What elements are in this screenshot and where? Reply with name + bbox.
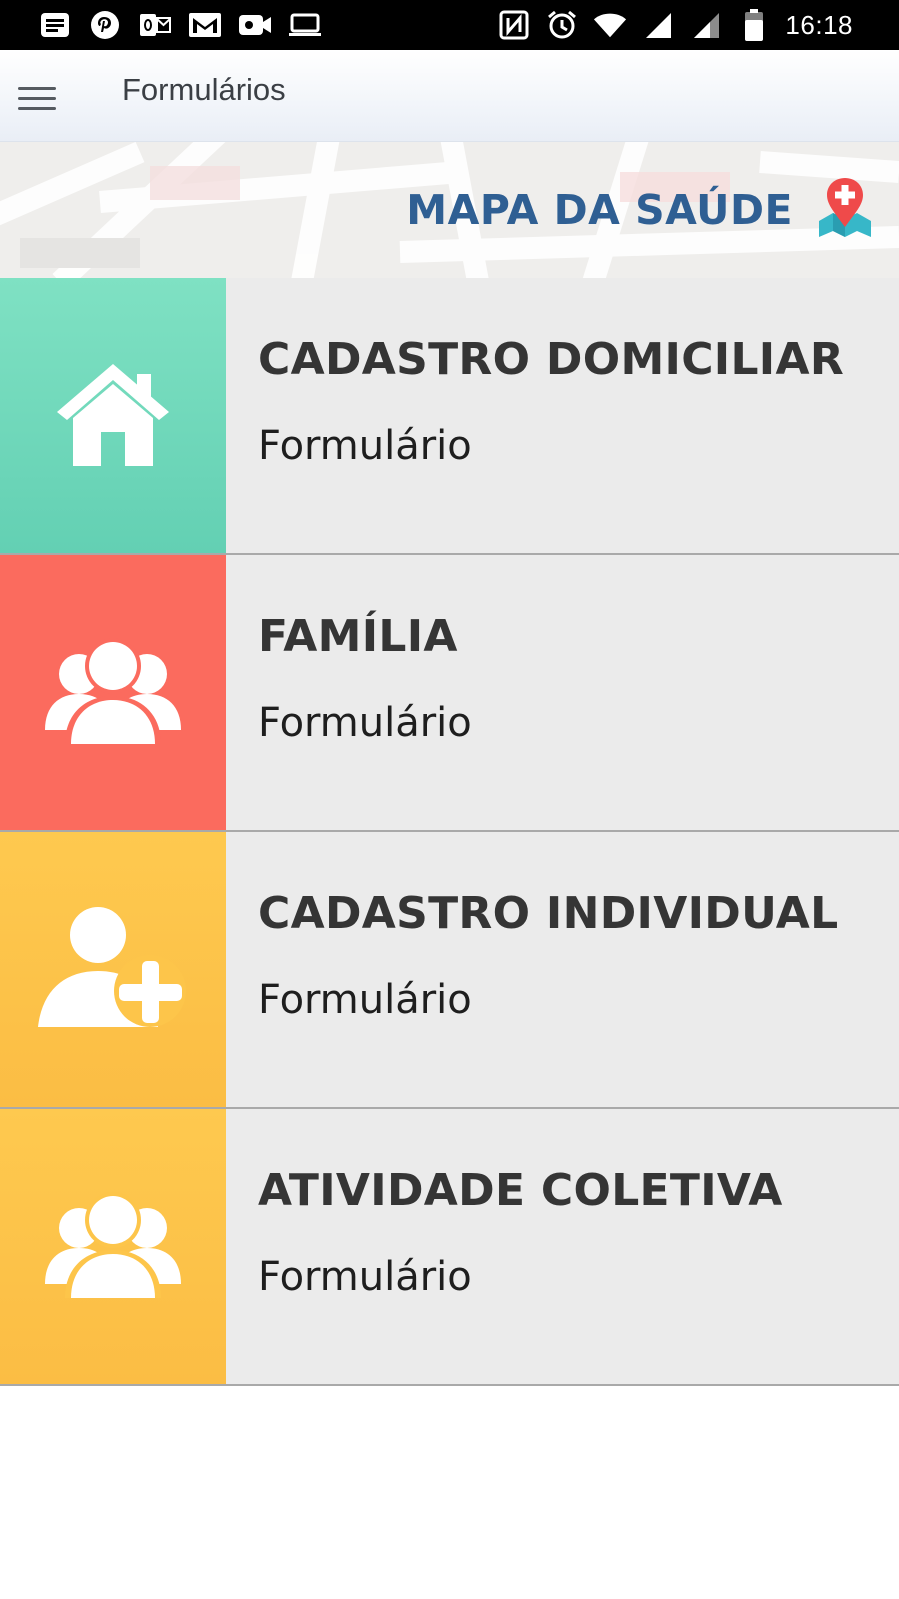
hamburger-menu-icon[interactable] — [18, 78, 58, 118]
app-bar: Formulários — [0, 50, 899, 142]
health-map-banner: MAPA DA SAÚDE — [0, 142, 899, 278]
form-subtitle: Formulário — [258, 977, 472, 1023]
status-bar: 16:18 — [0, 0, 899, 50]
battery-icon — [737, 9, 771, 41]
form-atividade-coletiva[interactable]: ATIVIDADE COLETIVA Formulário — [0, 1109, 899, 1386]
form-title: CADASTRO INDIVIDUAL — [258, 888, 839, 939]
form-cadastro-domiciliar[interactable]: CADASTRO DOMICILIAR Formulário — [0, 278, 899, 555]
pinterest-icon — [88, 10, 122, 40]
form-familia[interactable]: FAMÍLIA Formulário — [0, 555, 899, 832]
form-title: CADASTRO DOMICILIAR — [258, 334, 845, 385]
outlook-icon — [138, 10, 172, 40]
form-title: ATIVIDADE COLETIVA — [258, 1165, 783, 1216]
signal-icon — [641, 10, 675, 40]
form-subtitle: Formulário — [258, 423, 472, 469]
form-tile — [0, 555, 226, 830]
signal-icon-2 — [689, 10, 723, 40]
video-camera-icon — [238, 10, 272, 40]
nfc-icon — [497, 10, 531, 40]
laptop-icon — [288, 10, 322, 40]
form-subtitle: Formulário — [258, 1254, 472, 1300]
news-icon — [38, 10, 72, 40]
form-subtitle: Formulário — [258, 700, 472, 746]
gmail-icon — [188, 10, 222, 40]
wifi-icon — [593, 10, 627, 40]
page-title: Formulários — [122, 72, 286, 107]
group-icon — [43, 634, 183, 751]
form-tile — [0, 832, 226, 1107]
add-person-icon — [38, 905, 188, 1034]
home-icon — [53, 358, 173, 473]
health-map-pin-icon — [815, 177, 875, 244]
form-tile — [0, 278, 226, 553]
forms-list: CADASTRO DOMICILIAR Formulário FAMÍLIA F… — [0, 278, 899, 1386]
status-time: 16:18 — [785, 9, 853, 40]
form-cadastro-individual[interactable]: CADASTRO INDIVIDUAL Formulário — [0, 832, 899, 1109]
form-title: FAMÍLIA — [258, 611, 458, 662]
health-map-link[interactable]: MAPA DA SAÚDE — [406, 177, 875, 243]
form-tile — [0, 1109, 226, 1384]
group-icon — [43, 1188, 183, 1305]
alarm-icon — [545, 10, 579, 40]
health-map-label: MAPA DA SAÚDE — [406, 186, 793, 234]
